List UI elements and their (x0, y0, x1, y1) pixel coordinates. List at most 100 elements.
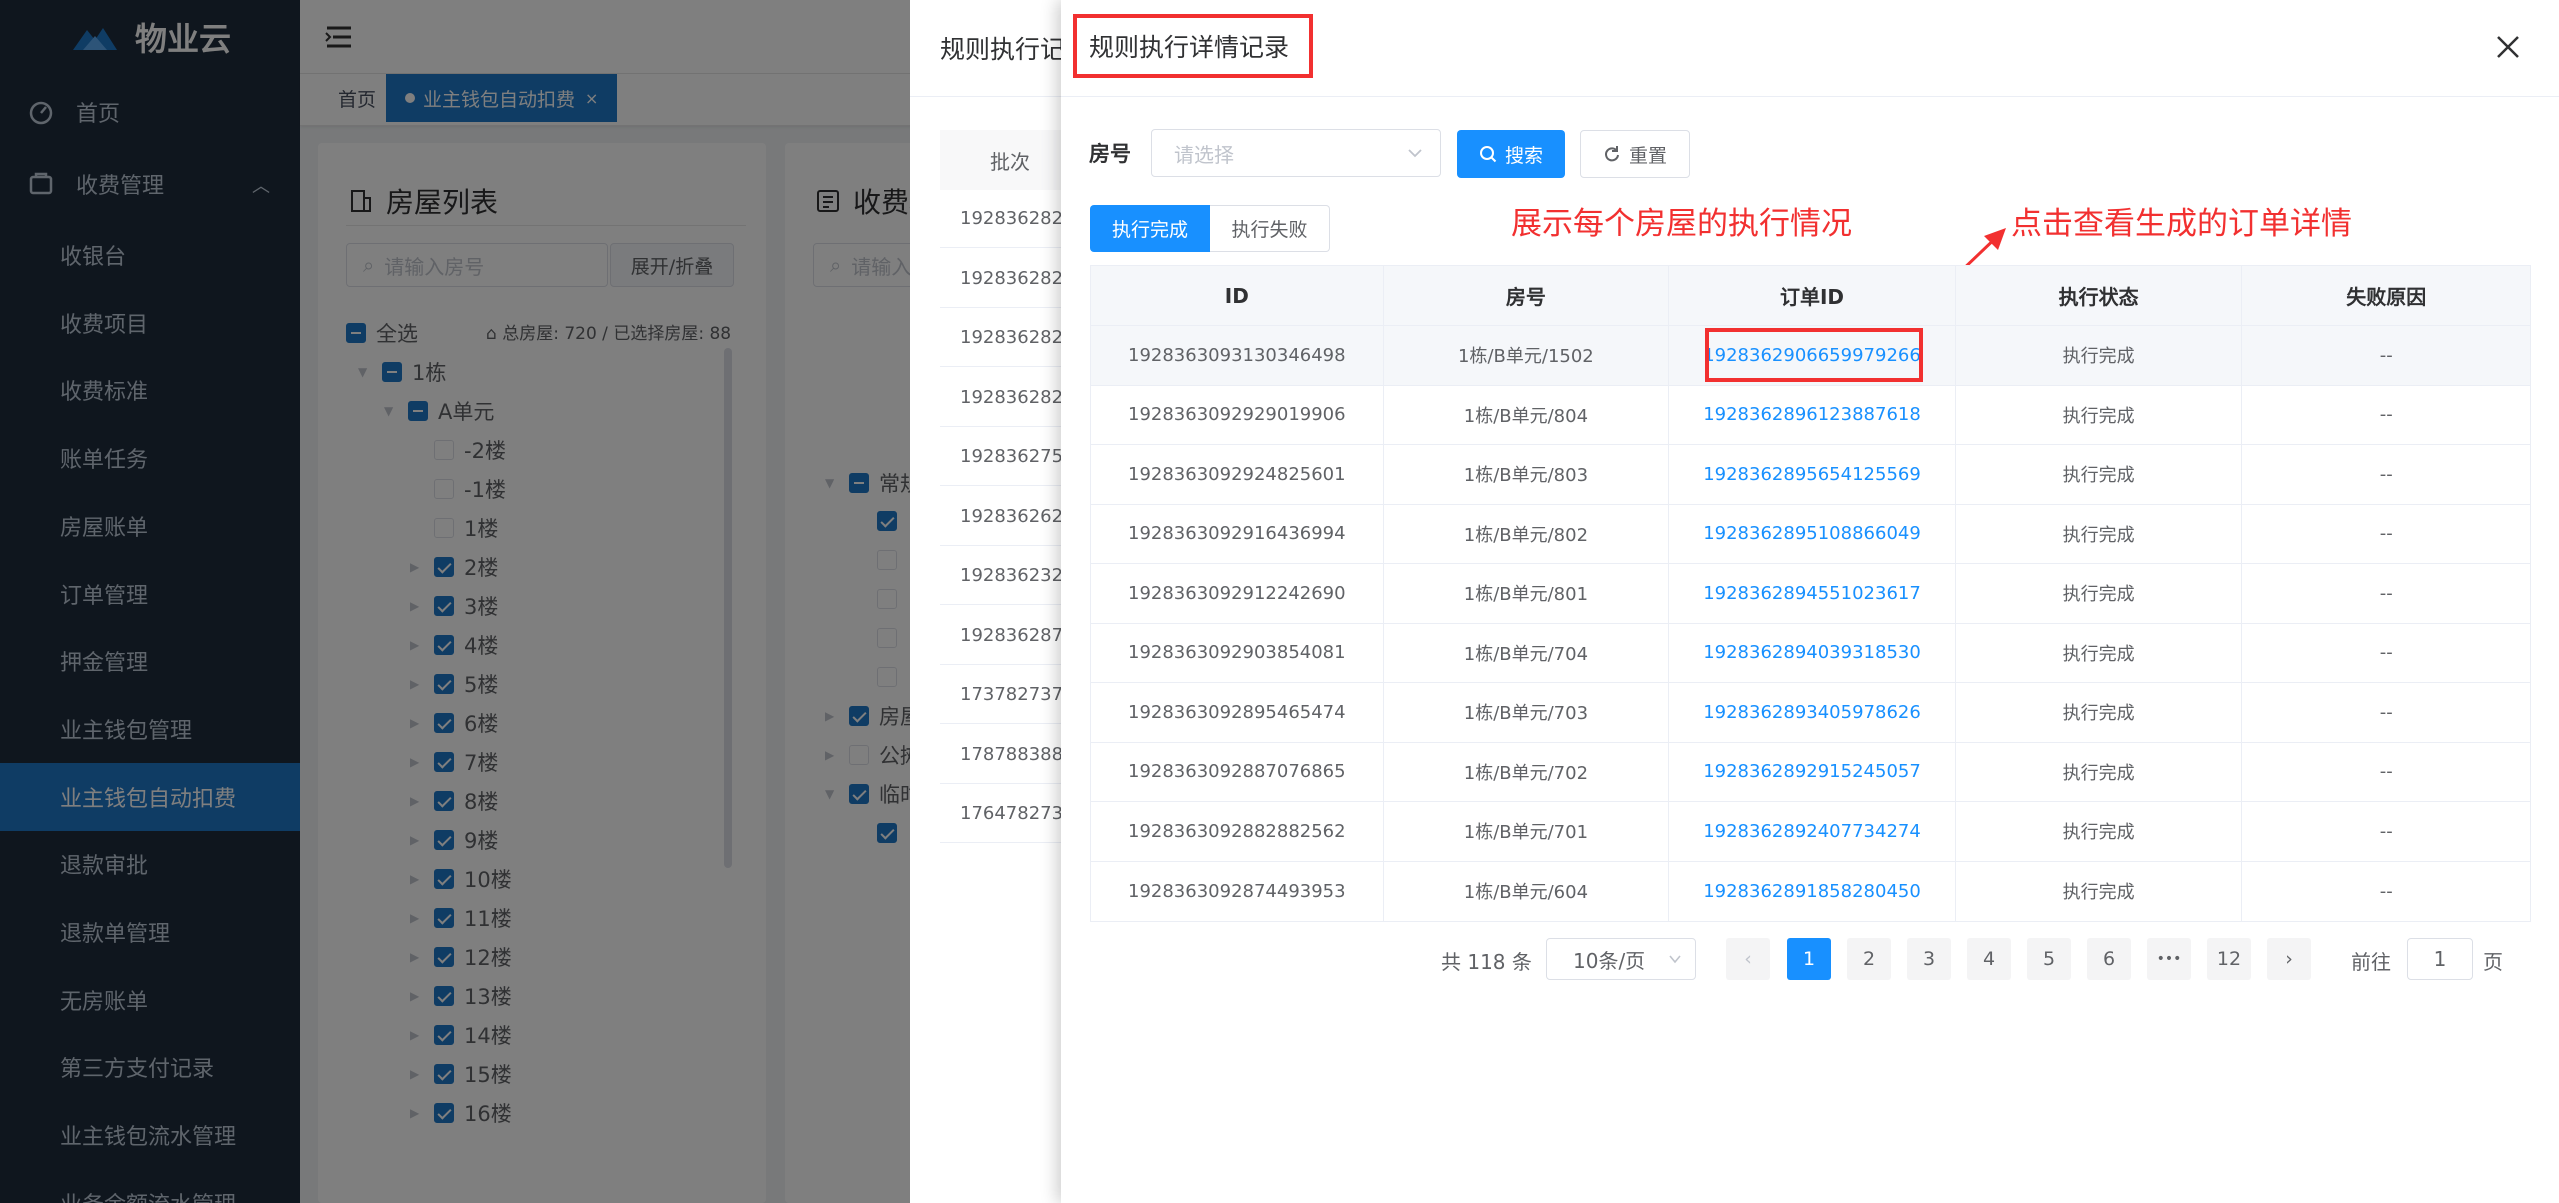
col-header-id: ID (1091, 266, 1384, 325)
cell-room: 1栋/B单元/704 (1384, 623, 1670, 682)
cell-room: 1栋/B单元/604 (1384, 861, 1670, 921)
search-button[interactable]: 搜索 (1457, 130, 1565, 178)
cell-text: 1928363092903854081 (1128, 642, 1346, 664)
cell-room: 1栋/B单元/1502 (1384, 326, 1670, 385)
cell-id: 1928363092924825601 (1091, 445, 1384, 504)
tab-failed[interactable]: 执行失败 (1210, 205, 1330, 252)
cell-status: 执行完成 (1956, 742, 2243, 801)
table-row: 1928363092903854081 1栋/B单元/704 19283628940… (1091, 623, 2530, 683)
cell-id: 1928363092903854081 (1091, 623, 1384, 682)
room-select[interactable]: 请选择 (1151, 129, 1441, 177)
cell-text: 1928363093130346498 (1128, 344, 1346, 366)
table-row: 1928363092882882562 1栋/B单元/701 19283628924… (1091, 802, 2530, 862)
page-ellipsis[interactable]: ••• (2147, 938, 2191, 980)
cell-text: -- (2379, 404, 2393, 426)
cell-order-id: 1928362895654125569 (1669, 445, 1956, 504)
cell-text: -- (2379, 642, 2393, 664)
cell-text: 1928363092912242690 (1128, 582, 1346, 604)
pagination-total: 共 118 条 (1441, 950, 1532, 974)
cell-reason: -- (2242, 743, 2530, 802)
cell-room: 1栋/B单元/703 (1384, 683, 1670, 742)
cell-order-id: 1928362894039318530 (1669, 623, 1956, 682)
table-row: 1928363092916436994 1栋/B单元/802 19283628951… (1091, 504, 2530, 564)
page-button-2[interactable]: 2 (1847, 938, 1891, 980)
cell-room: 1栋/B单元/802 (1384, 504, 1670, 563)
cell-text: 1栋/B单元/701 (1463, 822, 1589, 844)
cell-reason: -- (2242, 683, 2530, 742)
cell-text: 1928363092929019906 (1128, 404, 1346, 426)
order-id-link[interactable]: 1928362896123887618 (1703, 404, 1921, 425)
next-page-button[interactable]: › (2267, 938, 2311, 980)
cell-text: 1928363092874493953 (1128, 880, 1346, 902)
refresh-icon (1605, 146, 1619, 162)
reset-button[interactable]: 重置 (1580, 130, 1690, 178)
order-id-link[interactable]: 1928362895654125569 (1703, 464, 1921, 485)
cell-reason: -- (2242, 862, 2530, 922)
cell-text: 执行完成 (2062, 346, 2135, 368)
cell-text: 1928363092916436994 (1128, 523, 1346, 545)
table-header: ID 房号 订单ID 执行状态 失败原因 (1091, 266, 2530, 326)
cell-reason: -- (2242, 505, 2530, 564)
pagination: 共 118 条 10条/页 ‹ 1 2 3 4 5 6 ••• 12 › 前往 … (1061, 938, 2559, 982)
cell-id: 1928363093130346498 (1091, 326, 1384, 385)
cell-status: 执行完成 (1956, 564, 2243, 623)
tab-completed[interactable]: 执行完成 (1090, 205, 1210, 252)
cell-text: 执行完成 (2062, 643, 2135, 665)
order-id-link[interactable]: 1928362895108866049 (1703, 523, 1921, 544)
page-button-4[interactable]: 4 (1967, 938, 2011, 980)
cell-status: 执行完成 (1956, 623, 2243, 682)
table-body: 1928363093130346498 1栋/B单元/1502 1928362906… (1091, 326, 2530, 921)
col-header-reason: 失败原因 (2346, 285, 2427, 309)
goto-page-input[interactable]: 1 (2407, 938, 2473, 980)
cell-room: 1栋/B单元/804 (1384, 385, 1670, 444)
cell-text: 1栋/B单元/1502 (1458, 346, 1594, 368)
cell-text: 1栋/B单元/702 (1463, 762, 1589, 784)
cell-text: 1栋/B单元/802 (1463, 524, 1589, 546)
cell-text: -- (2379, 344, 2393, 366)
cell-order-id: 1928362895108866049 (1669, 504, 1956, 563)
cell-text: 1栋/B单元/604 (1463, 882, 1589, 904)
cell-text: 执行完成 (2062, 584, 2135, 606)
close-icon[interactable] (2495, 34, 2521, 60)
order-id-link[interactable]: 1928362892915245057 (1703, 761, 1921, 782)
col-header-order-id: 订单ID (1669, 266, 1956, 325)
drawer-header: 规则执行详情记录 (1061, 0, 2559, 97)
page-button-1[interactable]: 1 (1787, 938, 1831, 980)
cell-status: 执行完成 (1956, 504, 2243, 563)
cell-status: 执行完成 (1956, 385, 2243, 444)
cell-status: 执行完成 (1956, 326, 2243, 385)
cell-reason: -- (2242, 445, 2530, 504)
cell-order-id: 1928362892915245057 (1669, 742, 1956, 801)
cell-text: -- (2379, 523, 2393, 545)
cell-id: 1928363092916436994 (1091, 504, 1384, 563)
page-size-select[interactable]: 10条/页 (1546, 938, 1696, 980)
page-button-5[interactable]: 5 (2027, 938, 2071, 980)
cell-id: 1928363092887076865 (1091, 742, 1384, 801)
order-id-link[interactable]: 1928362894039318530 (1703, 642, 1921, 663)
order-id-link[interactable]: 1928362893405978626 (1703, 702, 1921, 723)
order-id-link[interactable]: 1928362891858280450 (1703, 881, 1921, 902)
cell-id: 1928363092874493953 (1091, 861, 1384, 921)
cell-room: 1栋/B单元/702 (1384, 742, 1670, 801)
cell-id: 1928363092882882562 (1091, 802, 1384, 861)
page-button-3[interactable]: 3 (1907, 938, 1951, 980)
order-id-link[interactable]: 1928362892407734274 (1703, 821, 1921, 842)
cell-text: 1栋/B单元/703 (1463, 703, 1589, 725)
cell-id: 1928363092895465474 (1091, 683, 1384, 742)
cell-reason: -- (2242, 386, 2530, 445)
cell-text: -- (2379, 761, 2393, 783)
page-button-6[interactable]: 6 (2087, 938, 2131, 980)
execution-detail-drawer: 规则执行详情记录 房号 请选择 搜索 重置 执行完成 执行失败 展示每个房屋的执… (1061, 0, 2559, 1203)
filter-label-room: 房号 (1089, 142, 1131, 166)
cell-text: 1栋/B单元/801 (1463, 584, 1589, 606)
order-id-link[interactable]: 1928362894551023617 (1703, 583, 1921, 604)
cell-text: 1928363092887076865 (1128, 761, 1346, 783)
cell-reason: -- (2242, 564, 2530, 623)
table-row: 1928363092929019906 1栋/B单元/804 19283628961… (1091, 385, 2530, 445)
cell-reason: -- (2242, 326, 2530, 385)
cell-text: 执行完成 (2062, 703, 2135, 725)
prev-page-button[interactable]: ‹ (1726, 938, 1770, 980)
cell-text: 1栋/B单元/804 (1463, 405, 1589, 427)
cell-room: 1栋/B单元/803 (1384, 445, 1670, 504)
page-button-12[interactable]: 12 (2207, 938, 2251, 980)
